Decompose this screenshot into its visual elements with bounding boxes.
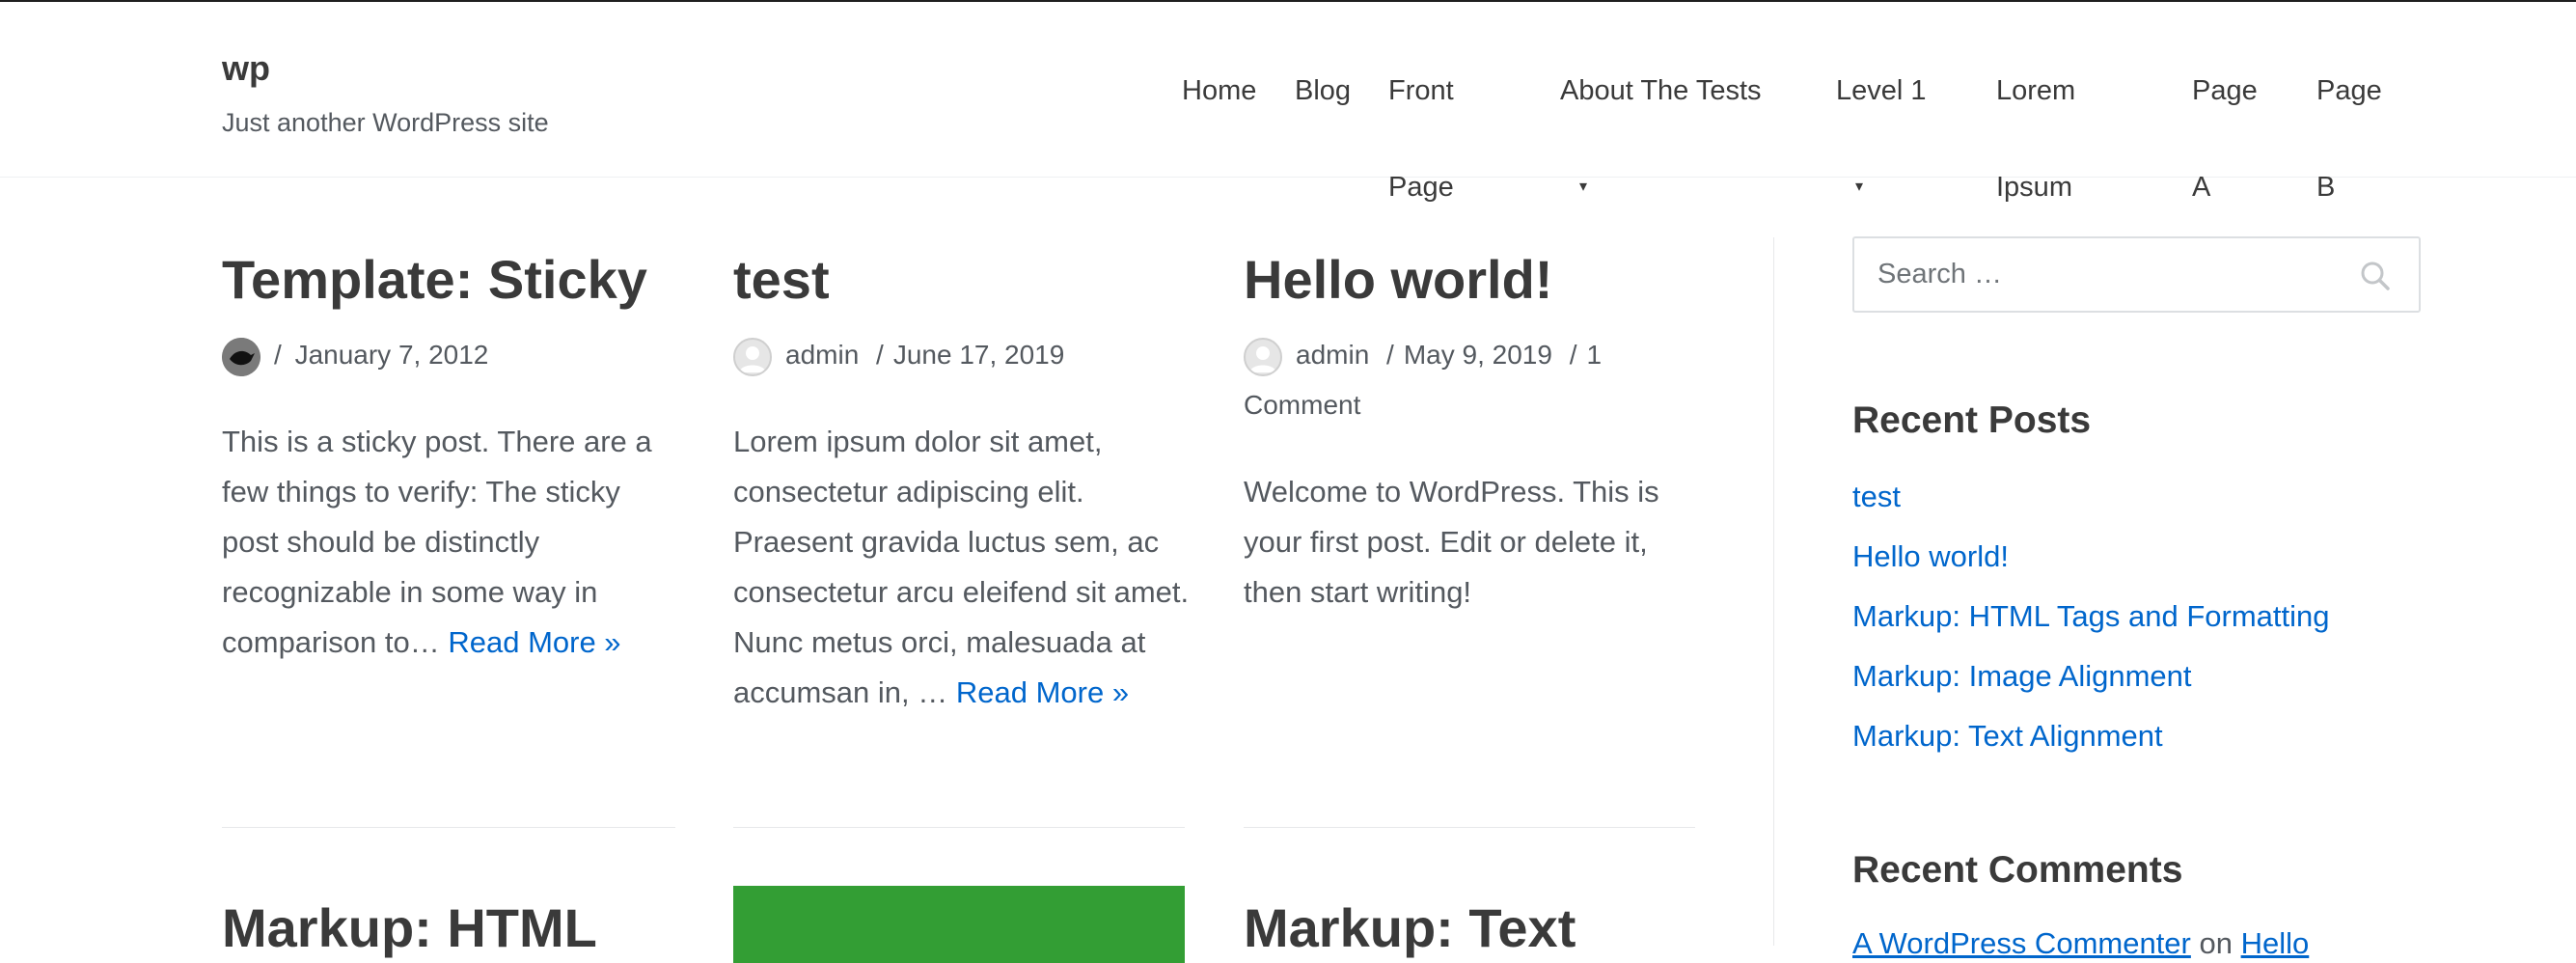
nav-item-label-line2: A	[2192, 172, 2211, 203]
nav-item-label: Page	[2316, 75, 2382, 106]
recent-post-link[interactable]: Markup: Image Alignment	[1852, 659, 2192, 694]
recent-post-link[interactable]: Markup: HTML Tags and Formatting	[1852, 599, 2329, 634]
meta-separator: /	[274, 340, 282, 370]
post-card: Markup: Text	[1244, 897, 1697, 959]
post-excerpt: Welcome to WordPress. This is your first…	[1244, 467, 1707, 618]
nav-item-about-the-tests[interactable]: About The Tests	[1560, 42, 1762, 139]
dropdown-caret-icon[interactable]: ▾	[1855, 139, 1863, 235]
excerpt-text: Lorem ipsum dolor sit amet, consectetur …	[733, 425, 1190, 709]
recent-post-link[interactable]: Hello world!	[1852, 539, 2009, 574]
nav-item-label-line2: Ipsum	[1996, 172, 2072, 203]
featured-image[interactable]	[733, 886, 1185, 963]
recent-posts-title: Recent Posts	[1852, 399, 2092, 441]
site-tagline: Just another WordPress site	[222, 108, 549, 137]
search-form	[1852, 236, 2421, 313]
author-avatar[interactable]	[1244, 337, 1282, 376]
nav-item-page-a[interactable]: Page A	[2192, 42, 2258, 235]
post-meta: / January 7, 2012	[222, 330, 488, 380]
post-card: test	[733, 249, 1187, 311]
post-title[interactable]: Template: Sticky	[222, 249, 675, 311]
comment-author-link[interactable]: A WordPress Commenter	[1852, 926, 2191, 960]
nav-item-label-line2: B	[2316, 172, 2336, 203]
post-title[interactable]: Markup: HTML	[222, 897, 675, 959]
meta-separator: /	[1569, 340, 1577, 370]
post-date[interactable]: May 9, 2019	[1404, 340, 1552, 370]
sidebar-separator	[1773, 237, 1774, 946]
read-more-link[interactable]: Read More »	[956, 675, 1129, 709]
post-title[interactable]: Hello world!	[1244, 249, 1697, 311]
nav-item-blog[interactable]: Blog	[1295, 42, 1351, 139]
nav-item-label: Front	[1388, 75, 1454, 106]
nav-item-label: Home	[1182, 75, 1257, 106]
post-card: Markup: HTML	[222, 897, 675, 959]
post-title[interactable]: test	[733, 249, 1187, 311]
nav-item-label: About The Tests	[1560, 75, 1762, 106]
post-meta: admin / June 17, 2019	[733, 330, 1064, 380]
nav-item-label-line2: Page	[1388, 172, 1454, 203]
search-icon[interactable]	[2359, 260, 2392, 292]
site-title[interactable]: wp	[222, 48, 549, 89]
post-title[interactable]: Markup: Text	[1244, 897, 1697, 959]
nav-item-label: Page	[2192, 75, 2258, 106]
site-branding: wp Just another WordPress site	[222, 48, 549, 138]
post-author[interactable]: admin	[785, 340, 859, 370]
post-divider	[1244, 827, 1695, 828]
nav-item-label: Blog	[1295, 75, 1352, 106]
author-avatar[interactable]	[222, 337, 260, 376]
recent-comment-item: A WordPress Commenter on Hello	[1852, 926, 2309, 961]
site-header: wp Just another WordPress site Home Blog…	[0, 2, 2576, 203]
post-card: Template: Sticky	[222, 249, 675, 311]
nav-item-level-1[interactable]: Level 1 ▾	[1836, 42, 1927, 235]
nav-item-page-b[interactable]: Page B	[2316, 42, 2382, 235]
post-excerpt: Lorem ipsum dolor sit amet, consectetur …	[733, 417, 1196, 718]
post-divider	[733, 827, 1185, 828]
author-avatar[interactable]	[733, 337, 772, 376]
meta-separator: /	[1386, 340, 1394, 370]
nav-item-lorem-ipsum[interactable]: Lorem Ipsum	[1996, 42, 2075, 235]
dropdown-caret-icon[interactable]: ▾	[1579, 139, 1587, 235]
excerpt-text: Welcome to WordPress. This is your first…	[1244, 475, 1659, 609]
post-meta: admin / May 9, 2019 /1 Comment	[1244, 330, 1649, 430]
read-more-link[interactable]: Read More »	[448, 625, 620, 659]
post-divider	[222, 827, 675, 828]
search-input[interactable]	[1854, 238, 2337, 311]
post-date[interactable]: June 17, 2019	[893, 340, 1065, 370]
post-author[interactable]: admin	[1296, 340, 1369, 370]
nav-item-label: Level 1	[1836, 75, 1927, 106]
post-date[interactable]: January 7, 2012	[295, 340, 489, 370]
recent-post-link[interactable]: test	[1852, 480, 1901, 514]
meta-separator: /	[876, 340, 884, 370]
excerpt-text: This is a sticky post. There are a few t…	[222, 425, 652, 659]
nav-item-front-page[interactable]: Front Page ▾	[1388, 42, 1587, 235]
recent-comments-title: Recent Comments	[1852, 849, 2183, 891]
comment-on-text: on	[2199, 926, 2233, 960]
post-excerpt: This is a sticky post. There are a few t…	[222, 417, 685, 668]
nav-item-home[interactable]: Home	[1182, 42, 1256, 139]
comment-post-link[interactable]: Hello	[2241, 926, 2310, 960]
nav-item-label: Lorem	[1996, 75, 2076, 106]
post-card: Hello world!	[1244, 249, 1697, 311]
recent-post-link[interactable]: Markup: Text Alignment	[1852, 719, 2163, 754]
